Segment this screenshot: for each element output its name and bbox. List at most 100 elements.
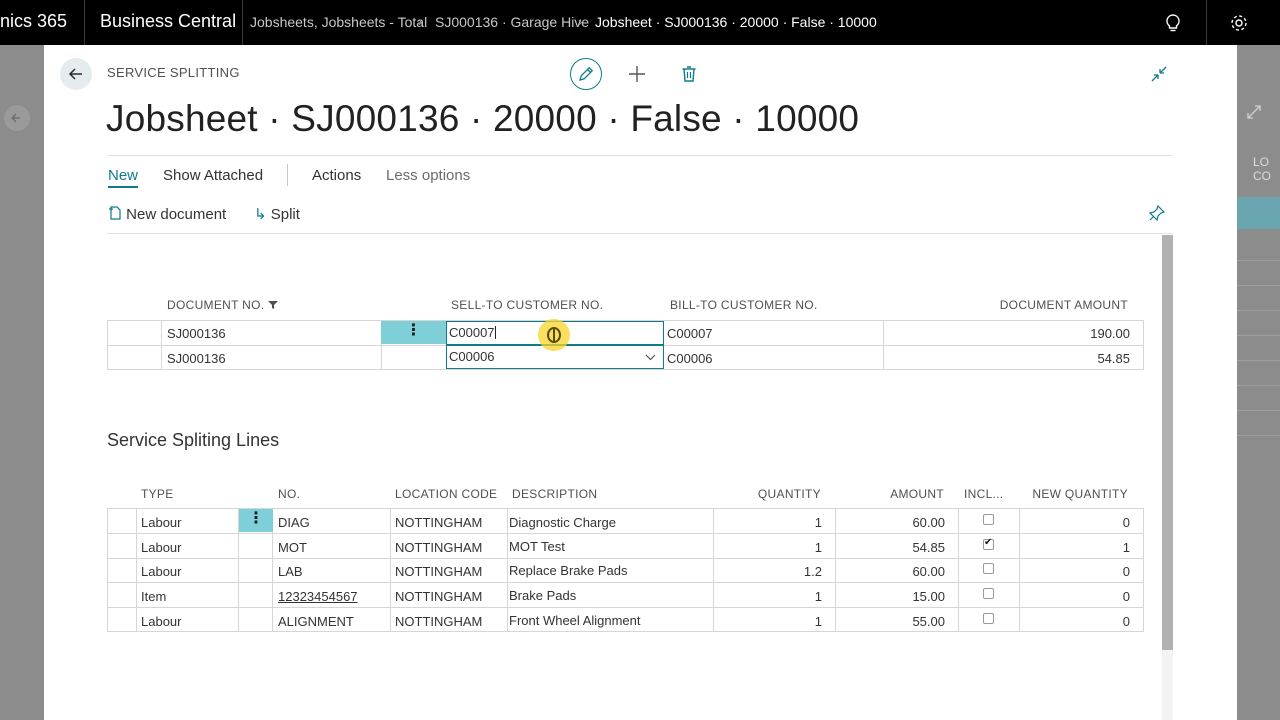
line-quantity-cell: 1 — [814, 614, 822, 629]
edit-button[interactable] — [570, 58, 602, 90]
menu-less-options[interactable]: Less options — [386, 167, 470, 184]
service-splitting-dialog: SERVICE SPLITTING Jobsheet · SJ000136 · … — [44, 45, 1237, 720]
product-name[interactable]: Business Central — [100, 11, 236, 32]
column-divider — [713, 508, 714, 632]
column-divider — [161, 320, 162, 370]
document-amount-cell: 54.85 — [1097, 351, 1130, 366]
line-type-cell[interactable]: Labour — [141, 564, 181, 579]
bill-to-customer-cell[interactable]: C00006 — [667, 351, 713, 366]
line-location-cell[interactable]: NOTTINGHAM — [395, 614, 482, 629]
line-quantity-cell: 1 — [814, 589, 822, 604]
line-new-quantity-cell[interactable]: 0 — [1024, 515, 1130, 530]
background-row-line — [1237, 260, 1280, 261]
line-type-cell[interactable]: Labour — [141, 614, 181, 629]
line-amount-cell: 54.85 — [912, 540, 945, 555]
column-header-document-no[interactable]: DOCUMENT NO. — [167, 298, 279, 312]
line-type-cell[interactable]: Item — [141, 589, 166, 604]
document-amount-cell: 190.00 — [1090, 326, 1130, 341]
line-location-cell[interactable]: NOTTINGHAM — [395, 540, 482, 555]
column-header-incl[interactable]: INCL... — [964, 487, 1003, 501]
line-no-cell[interactable]: LAB — [278, 564, 303, 579]
line-new-quantity-cell[interactable]: 1 — [1024, 540, 1130, 555]
topbar-divider — [84, 0, 85, 45]
split-button[interactable]: ↳ Split — [254, 205, 300, 223]
column-header-bill-to[interactable]: BILL-TO CUSTOMER NO. — [670, 298, 818, 312]
row-actions-menu-icon[interactable]: ⋮ — [381, 321, 446, 344]
app-name: nics 365 — [0, 11, 68, 31]
line-description-cell[interactable]: Diagnostic Charge — [509, 515, 616, 530]
scrollbar-thumb[interactable] — [1162, 235, 1173, 650]
document-no-cell[interactable]: SJ000136 — [167, 351, 226, 366]
menu-new[interactable]: New — [108, 167, 138, 184]
line-location-cell[interactable]: NOTTINGHAM — [395, 589, 482, 604]
line-no-cell[interactable]: DIAG — [278, 515, 310, 530]
row-divider — [107, 558, 1144, 559]
bill-to-customer-cell[interactable]: C00007 — [667, 326, 713, 341]
menu-actions[interactable]: Actions — [312, 167, 361, 184]
line-location-cell[interactable]: NOTTINGHAM — [395, 564, 482, 579]
line-no-cell[interactable]: ALIGNMENT — [278, 614, 354, 629]
include-checkbox[interactable] — [983, 514, 994, 525]
page-caption: SERVICE SPLITTING — [107, 65, 240, 80]
document-no-cell[interactable]: SJ000136 — [167, 326, 226, 341]
breadcrumb-current: Jobsheet · SJ000136 · 20000 · False · 10… — [595, 14, 877, 30]
plus-icon[interactable] — [626, 63, 648, 85]
line-quantity-cell: 1.2 — [803, 564, 822, 579]
line-no-link[interactable]: 12323454567 — [278, 589, 358, 604]
mouse-cursor-highlight — [538, 319, 570, 351]
column-divider — [390, 508, 391, 632]
column-header-sell-to[interactable]: SELL-TO CUSTOMER NO. — [451, 298, 603, 312]
title-divider — [107, 155, 1173, 156]
back-arrow-icon — [68, 68, 82, 80]
chevron-down-icon — [645, 354, 656, 361]
line-quantity-cell: 1 — [814, 515, 822, 530]
include-checkbox[interactable] — [983, 613, 994, 624]
lightbulb-icon[interactable] — [1162, 12, 1184, 34]
menu-divider — [287, 164, 288, 186]
column-header-new-quantity[interactable]: NEW QUANTITY — [1024, 487, 1128, 501]
column-header-description[interactable]: DESCRIPTION — [512, 487, 597, 501]
breadcrumb-garage-hive[interactable]: SJ000136 · Garage Hive — [435, 14, 589, 30]
line-description-cell[interactable]: Front Wheel Alignment — [509, 613, 641, 628]
new-document-button[interactable]: New document — [108, 205, 226, 223]
line-description-cell[interactable]: MOT Test — [509, 539, 565, 554]
column-header-type[interactable]: TYPE — [141, 487, 174, 501]
line-new-quantity-cell[interactable]: 0 — [1024, 564, 1130, 579]
column-header-amount[interactable]: AMOUNT — [844, 487, 944, 501]
line-location-cell[interactable]: NOTTINGHAM — [395, 515, 482, 530]
line-type-cell[interactable]: Labour — [141, 540, 181, 555]
gear-icon[interactable] — [1228, 12, 1250, 34]
column-header-no[interactable]: NO. — [278, 487, 300, 501]
column-header-quantity[interactable]: QUANTITY — [724, 487, 821, 501]
pencil-icon — [579, 66, 594, 81]
column-header-document-amount[interactable]: DOCUMENT AMOUNT — [944, 298, 1128, 312]
pin-icon[interactable] — [1147, 203, 1169, 225]
page-title: Jobsheet · SJ000136 · 20000 · False · 10… — [106, 98, 860, 139]
line-amount-cell: 60.00 — [912, 564, 945, 579]
breadcrumb-jobsheets[interactable]: Jobsheets, Jobsheets - Total — [250, 14, 427, 30]
line-quantity-cell: 1 — [814, 540, 822, 555]
line-amount-cell: 15.00 — [912, 589, 945, 604]
line-type-cell[interactable]: Labour — [141, 515, 181, 530]
background-page-left — [0, 45, 44, 720]
column-divider — [507, 508, 508, 632]
line-description-cell[interactable]: Brake Pads — [509, 588, 576, 603]
row-divider — [107, 582, 1144, 583]
trash-icon[interactable] — [678, 63, 700, 85]
line-new-quantity-cell[interactable]: 0 — [1024, 614, 1130, 629]
line-no-cell[interactable]: MOT — [278, 540, 307, 555]
column-header-location-code[interactable]: LOCATION CODE — [395, 487, 497, 501]
back-button[interactable] — [60, 58, 92, 90]
line-amount-cell: 55.00 — [912, 614, 945, 629]
line-new-quantity-cell[interactable]: 0 — [1024, 589, 1130, 604]
menu-show-attached[interactable]: Show Attached — [163, 167, 263, 184]
row-actions-menu-icon[interactable]: ⋮ — [239, 509, 273, 532]
include-checkbox[interactable] — [983, 537, 994, 550]
include-checkbox[interactable] — [983, 563, 994, 574]
line-description-cell[interactable]: Replace Brake Pads — [509, 563, 628, 578]
include-checkbox[interactable] — [983, 588, 994, 599]
topbar-divider — [1206, 0, 1207, 45]
collapse-icon[interactable] — [1148, 63, 1170, 85]
column-divider — [835, 508, 836, 632]
background-row-line — [1237, 410, 1280, 411]
